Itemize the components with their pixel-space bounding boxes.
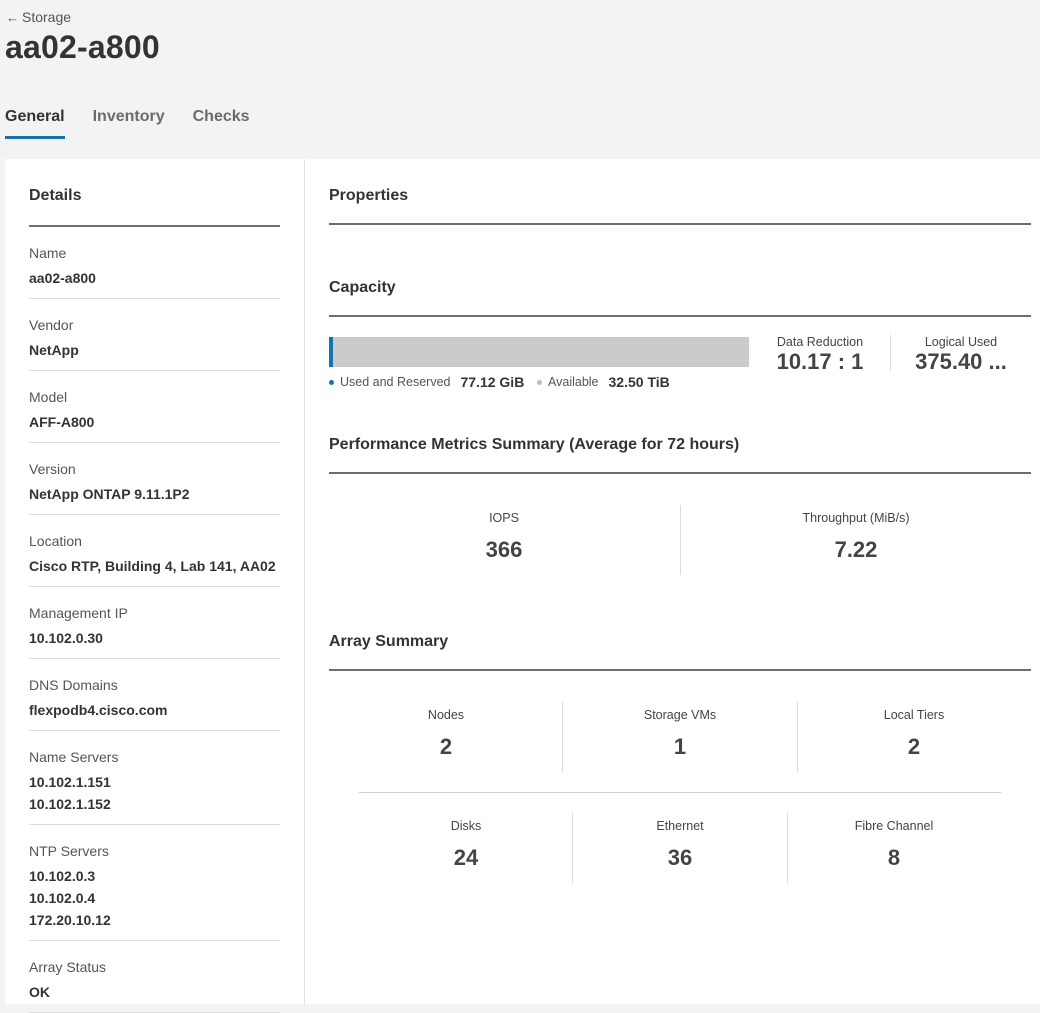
tab-general[interactable]: General <box>5 108 65 139</box>
detail-label: Name <box>29 245 67 261</box>
detail-model: Model AFF-A800 <box>29 371 280 443</box>
iops-metric: IOPS 366 <box>329 511 679 563</box>
detail-label: Name Servers <box>29 749 119 765</box>
capacity-used-fill <box>332 337 333 367</box>
divider <box>359 792 1001 793</box>
fibre-channel-metric: Fibre Channel 8 <box>787 819 1001 871</box>
performance-title: Performance Metrics Summary (Average for… <box>329 436 1031 474</box>
iops-label: IOPS <box>489 511 519 525</box>
detail-vendor: Vendor NetApp <box>29 299 280 371</box>
disks-label: Disks <box>450 819 482 833</box>
local-tiers-metric: Local Tiers 2 <box>797 708 1031 760</box>
detail-label: NTP Servers <box>29 843 109 859</box>
arrow-left-icon: ← <box>6 9 19 25</box>
iops-value: 366 <box>485 537 523 562</box>
storage-vms-metric: Storage VMs 1 <box>563 708 797 760</box>
storage-vms-label: Storage VMs <box>643 708 717 722</box>
ethernet-metric: Ethernet 36 <box>573 819 787 871</box>
legend-available-value: 32.50 TiB <box>608 374 670 390</box>
main-content-panel: Properties Capacity Used and Reserved 77… <box>305 159 1040 1004</box>
detail-value: 10.102.0.30 <box>29 630 103 646</box>
tab-checks[interactable]: Checks <box>193 108 250 139</box>
detail-label: DNS Domains <box>29 677 118 693</box>
disks-metric: Disks 24 <box>359 819 573 871</box>
local-tiers-label: Local Tiers <box>883 708 945 722</box>
page-title: aa02-a800 <box>5 29 160 65</box>
detail-label: Array Status <box>29 959 107 975</box>
throughput-metric: Throughput (MiB/s) 7.22 <box>681 511 1031 563</box>
ethernet-label: Ethernet <box>656 819 704 833</box>
fibre-channel-label: Fibre Channel <box>854 819 934 833</box>
available-dot-icon <box>537 379 542 385</box>
detail-name-servers: Name Servers 10.102.1.151 10.102.1.152 <box>29 731 280 825</box>
properties-title: Properties <box>329 187 1031 225</box>
capacity-bar <box>329 337 749 367</box>
detail-value: aa02-a800 <box>29 270 96 286</box>
detail-value: flexpodb4.cisco.com <box>29 702 168 718</box>
tab-bar: General Inventory Checks <box>5 108 278 139</box>
details-title: Details <box>29 159 280 227</box>
detail-label: Model <box>29 389 68 405</box>
fibre-channel-value: 8 <box>887 845 901 870</box>
detail-value: 10.102.1.151 <box>29 774 111 790</box>
throughput-value: 7.22 <box>834 537 878 562</box>
detail-ntp-servers: NTP Servers 10.102.0.3 10.102.0.4 172.20… <box>29 825 280 941</box>
detail-value: AFF-A800 <box>29 414 95 430</box>
legend-used: Used and Reserved 77.12 GiB <box>329 374 524 390</box>
detail-value: 10.102.0.3 <box>29 868 96 884</box>
nodes-label: Nodes <box>427 708 465 722</box>
storage-vms-value: 1 <box>673 734 687 759</box>
local-tiers-value: 2 <box>907 734 921 759</box>
detail-label: Management IP <box>29 605 128 621</box>
logical-used-stat: Logical Used 375.40 ... <box>903 335 1019 375</box>
back-link-label: Storage <box>22 9 72 25</box>
detail-label: Location <box>29 533 82 549</box>
data-reduction-label: Data Reduction <box>776 335 864 349</box>
detail-value: NetApp <box>29 342 79 358</box>
throughput-label: Throughput (MiB/s) <box>802 511 910 525</box>
array-summary-title: Array Summary <box>329 633 1031 671</box>
detail-version: Version NetApp ONTAP 9.11.1P2 <box>29 443 280 515</box>
detail-value: OK <box>29 984 50 1000</box>
logical-used-value: 375.40 ... <box>915 349 1007 374</box>
detail-value: 10.102.1.152 <box>29 796 111 812</box>
disks-value: 24 <box>453 845 479 870</box>
detail-value: NetApp ONTAP 9.11.1P2 <box>29 486 190 502</box>
detail-location: Location Cisco RTP, Building 4, Lab 141,… <box>29 515 280 587</box>
detail-array-status: Array Status OK <box>29 941 280 1013</box>
tab-inventory[interactable]: Inventory <box>93 108 165 139</box>
ethernet-value: 36 <box>667 845 693 870</box>
detail-dns-domains: DNS Domains flexpodb4.cisco.com <box>29 659 280 731</box>
legend-used-label: Used and Reserved <box>340 375 451 389</box>
data-reduction-stat: Data Reduction 10.17 : 1 <box>767 335 873 375</box>
nodes-metric: Nodes 2 <box>329 708 563 760</box>
legend-used-value: 77.12 GiB <box>460 374 525 390</box>
legend-available: Available 32.50 TiB <box>537 374 670 390</box>
detail-label: Vendor <box>29 317 74 333</box>
details-panel: Details Name aa02-a800 Vendor NetApp Mod… <box>5 159 305 1013</box>
detail-value: 172.20.10.12 <box>29 912 111 928</box>
detail-label: Version <box>29 461 76 477</box>
detail-management-ip: Management IP 10.102.0.30 <box>29 587 280 659</box>
divider <box>890 335 891 371</box>
detail-name: Name aa02-a800 <box>29 227 280 299</box>
capacity-title: Capacity <box>329 279 1031 317</box>
back-to-storage-link[interactable]: ← Storage <box>6 9 71 25</box>
detail-value: 10.102.0.4 <box>29 890 96 906</box>
detail-value: Cisco RTP, Building 4, Lab 141, AA02 <box>29 558 276 574</box>
nodes-value: 2 <box>439 734 453 759</box>
legend-available-label: Available <box>548 375 599 389</box>
logical-used-label: Logical Used <box>924 335 998 349</box>
data-reduction-value: 10.17 : 1 <box>776 349 864 374</box>
used-dot-icon <box>329 379 334 385</box>
